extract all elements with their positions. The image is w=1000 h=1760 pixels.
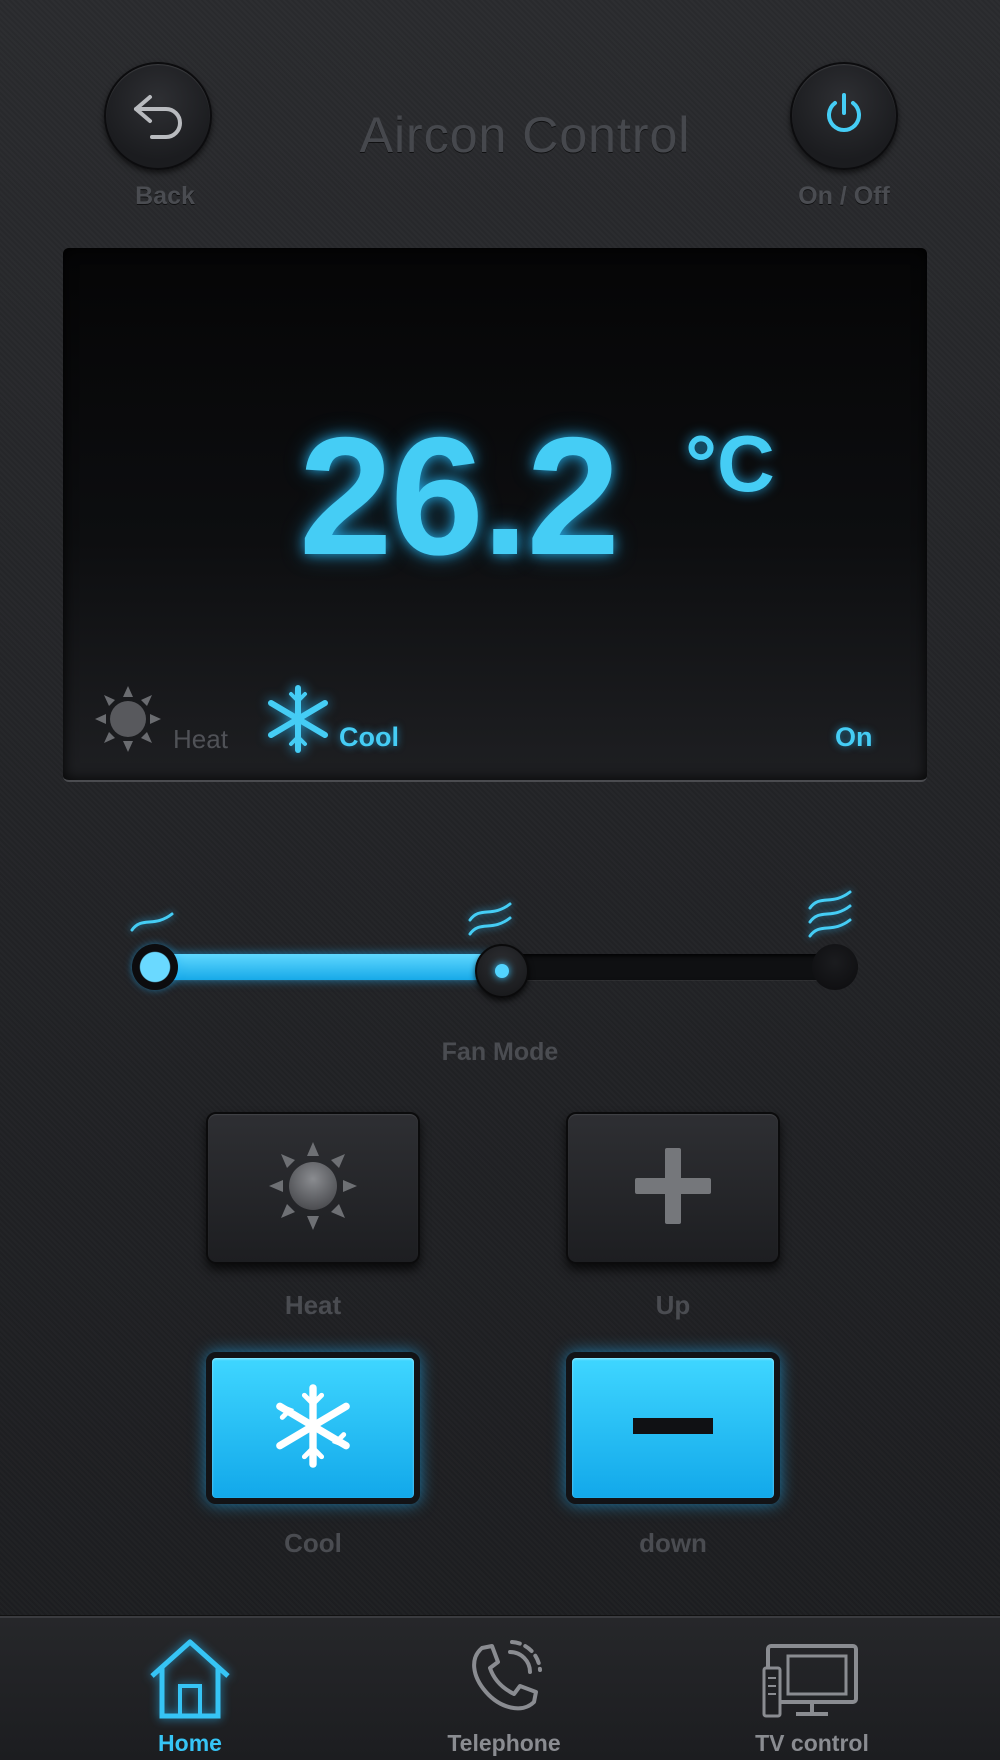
- fan-slider-max-stop[interactable]: [812, 944, 858, 990]
- down-button-label: down: [639, 1528, 707, 1558]
- page-title: Aircon Control: [359, 107, 691, 163]
- temperature-down-button[interactable]: [566, 1352, 780, 1504]
- back-arrow-icon: [128, 89, 188, 144]
- cool-button-label: Cool: [284, 1528, 342, 1558]
- power-state-indicator: On: [835, 722, 873, 752]
- telephone-icon: [404, 1638, 604, 1720]
- fan-slider-fill: [138, 954, 498, 980]
- temperature-unit: °C: [685, 419, 775, 508]
- nav-item-tv-control[interactable]: TV control: [712, 1638, 912, 1757]
- back-button[interactable]: [104, 62, 212, 170]
- power-icon: [819, 89, 869, 144]
- minus-icon: [631, 1411, 715, 1446]
- temperature-display: 26.2 °C Heat Cool On: [63, 248, 927, 782]
- heat-button[interactable]: [206, 1112, 420, 1264]
- fan-slider-min-stop[interactable]: [132, 944, 178, 990]
- fan-low-icon: [128, 906, 178, 941]
- home-icon: [90, 1638, 290, 1720]
- fan-mode-label: Fan Mode: [441, 1038, 559, 1066]
- temperature-up-button[interactable]: [566, 1112, 780, 1264]
- up-button-label: Up: [655, 1290, 691, 1320]
- temperature-value: 26.2: [299, 402, 620, 590]
- fan-high-icon: [806, 890, 856, 947]
- sun-icon: [265, 1138, 361, 1239]
- power-label: On / Off: [798, 182, 890, 210]
- plus-icon: [631, 1144, 715, 1233]
- cool-mode-indicator: Cool: [339, 722, 399, 752]
- nav-label-telephone: Telephone: [447, 1730, 561, 1756]
- sun-icon: [93, 684, 163, 759]
- nav-item-home[interactable]: Home: [90, 1638, 290, 1757]
- nav-item-telephone[interactable]: Telephone: [404, 1638, 604, 1757]
- heat-mode-indicator: Heat: [173, 724, 228, 754]
- heat-button-label: Heat: [284, 1290, 342, 1320]
- nav-label-home: Home: [158, 1730, 222, 1756]
- snowflake-icon: [270, 1383, 356, 1474]
- back-label: Back: [135, 182, 195, 210]
- cool-button[interactable]: [206, 1352, 420, 1504]
- power-button[interactable]: [790, 62, 898, 170]
- tv-icon: [712, 1638, 912, 1720]
- bottom-nav: Home Telephone TV control: [0, 1616, 1000, 1760]
- snowflake-icon: [263, 684, 333, 759]
- nav-label-tv-control: TV control: [755, 1730, 869, 1756]
- fan-slider-thumb[interactable]: [475, 944, 529, 998]
- slider-thumb-dot: [495, 964, 509, 978]
- fan-medium-icon: [466, 900, 516, 945]
